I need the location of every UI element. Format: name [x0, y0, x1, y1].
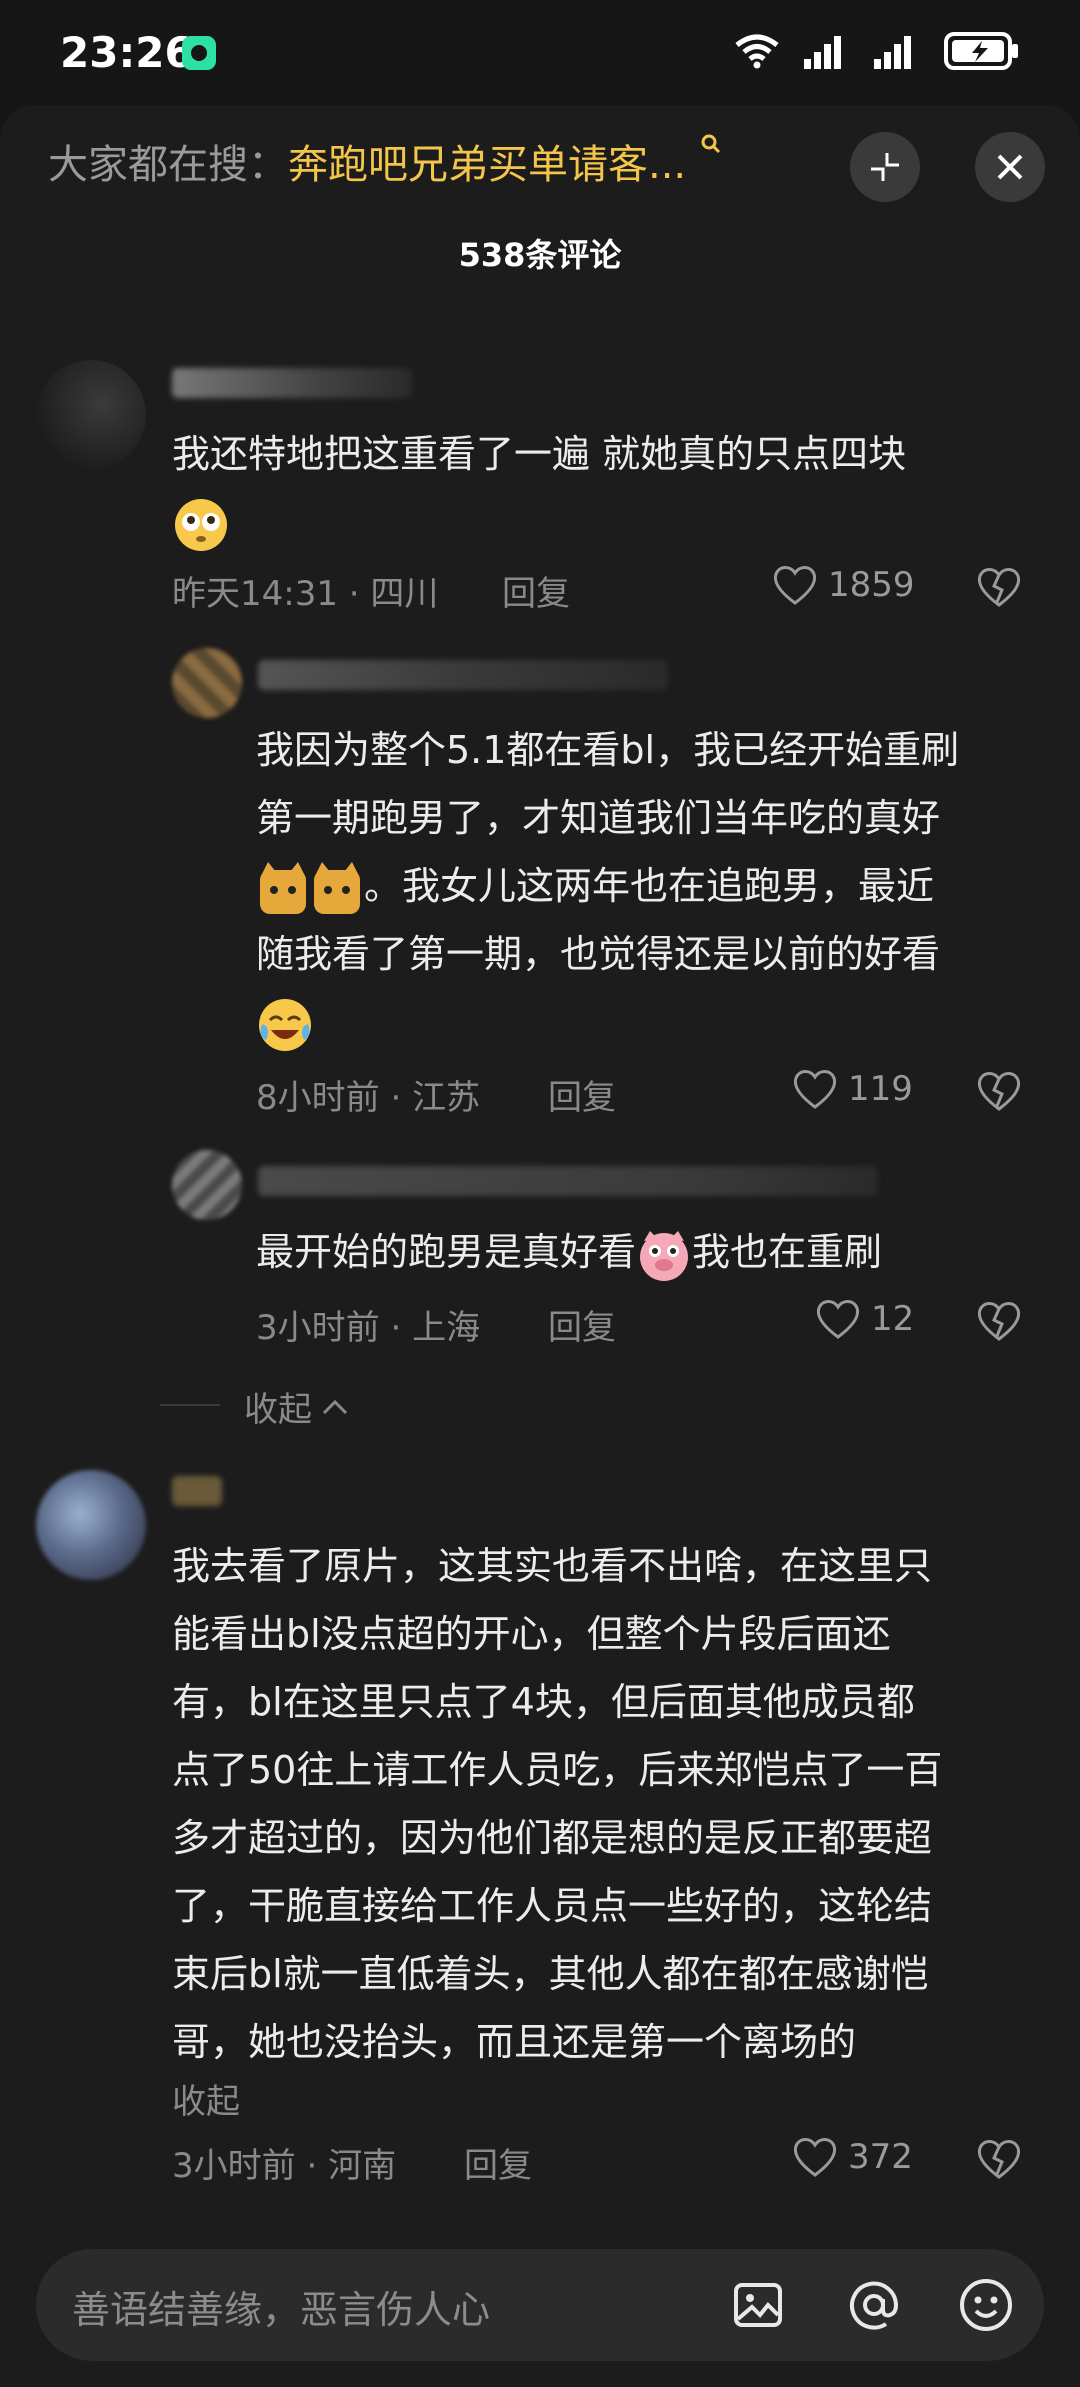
comment-meta: 3小时前 · 河南 [172, 2146, 397, 2186]
comment-text-line: 我去看了原片，这其实也看不出啥，在这里只 [172, 1544, 933, 1588]
comment-text-line: 随我看了第一期，也觉得还是以前的好看 [256, 932, 941, 976]
username[interactable] [258, 1166, 878, 1196]
search-icon [701, 134, 720, 154]
comment-time: 8小时前 [256, 1078, 380, 1118]
collapse-label: 收起 [244, 1390, 312, 1430]
like-button[interactable]: 12 [815, 1298, 914, 1340]
cat-sticker-icon [314, 861, 360, 914]
comment-meta: 3小时前 · 上海 [256, 1308, 481, 1348]
search-prefix: 大家都在搜： [48, 142, 288, 188]
comment-location: 四川 [370, 574, 439, 614]
reply-button[interactable]: 回复 [548, 1070, 616, 1119]
close-button[interactable] [975, 132, 1045, 202]
pig-emoji-icon [640, 1230, 689, 1281]
comment-time: 昨天14:31 [172, 574, 338, 614]
comment-text-line: 能看出bl没点超的开心，但整个片段后面还 [172, 1612, 891, 1656]
battery-icon [944, 32, 1018, 70]
emoji-icon[interactable] [956, 2275, 1016, 2335]
comment-location: 河南 [328, 2146, 397, 2186]
collapse-replies-button[interactable]: 收起 [244, 1382, 350, 1431]
broken-heart-icon[interactable] [976, 1070, 1022, 1112]
comment-text-line: 。我女儿这两年也在追跑男，最近 [364, 864, 935, 908]
like-button[interactable]: 119 [792, 1068, 913, 1110]
comment-text-content: 最开始的跑男是真好看 [256, 1230, 637, 1274]
avatar[interactable] [172, 648, 242, 718]
like-count: 119 [848, 1069, 913, 1109]
comment-text-line: 第一期跑男了，才知道我们当年吃的真好 [256, 796, 941, 840]
trending-search[interactable]: 大家都在搜：奔跑吧兄弟买单请客... [48, 132, 723, 190]
reply-button[interactable]: 回复 [548, 1300, 616, 1349]
comment-text-line: 点了50往上请工作人员吃，后来郑恺点了一百 [172, 1748, 943, 1792]
username[interactable] [172, 1476, 222, 1506]
comment-text-line: 我因为整个5.1都在看bl，我已经开始重刷 [256, 728, 960, 772]
comment-text: 最开始的跑男是真好看 我也在重刷 [256, 1218, 1056, 1286]
comment-count-title: 538条评论 [458, 236, 622, 274]
like-count: 1859 [828, 565, 915, 605]
minimize-button[interactable] [850, 132, 920, 202]
like-count: 12 [871, 1299, 915, 1339]
comment-text-content: 我还特地把这重看了一遍 就她真的只点四块 [172, 432, 907, 476]
heart-icon [793, 2138, 837, 2177]
search-term[interactable]: 奔跑吧兄弟买单请客... [288, 142, 686, 188]
crying-laughing-emoji-icon [259, 998, 311, 1051]
like-button[interactable]: 1859 [772, 564, 915, 606]
heart-icon [793, 1070, 837, 1109]
comment-text: 我因为整个5.1都在看bl，我已经开始重刷 第一期跑男了，才知道我们当年吃的真好… [256, 716, 1056, 1056]
comment-time: 3小时前 [172, 2146, 296, 2186]
broken-heart-icon[interactable] [976, 2138, 1022, 2180]
app-notification-icon [182, 36, 216, 70]
avatar[interactable] [36, 1470, 146, 1580]
heart-icon [773, 566, 817, 605]
signal-icon [874, 36, 911, 69]
broken-heart-icon[interactable] [976, 1300, 1022, 1342]
status-bar: 23:26 [0, 0, 1080, 105]
comment-location: 上海 [412, 1308, 481, 1348]
avatar[interactable] [36, 360, 146, 470]
flushed-emoji-icon [175, 498, 227, 551]
username[interactable] [258, 660, 668, 690]
comment-text-line: 哥，她也没抬头，而且还是第一个离场的 [172, 2020, 857, 2064]
like-count: 372 [848, 2137, 913, 2177]
status-time: 23:26 [60, 28, 194, 77]
broken-heart-icon[interactable] [976, 566, 1022, 608]
comment-text: 我去看了原片，这其实也看不出啥，在这里只 能看出bl没点超的开心，但整个片段后面… [172, 1532, 1052, 2076]
like-button[interactable]: 372 [792, 2136, 913, 2178]
comment-text-content: 我也在重刷 [692, 1230, 883, 1274]
comment-location: 江苏 [412, 1078, 481, 1118]
comment-text-line: 束后bl就一直低着头，其他人都在都在感谢恺 [172, 1952, 929, 1996]
status-icons [734, 32, 1020, 70]
comment-input-bar[interactable]: 善语结善缘，恶言伤人心 [36, 2249, 1044, 2361]
comment-text-line: 多才超过的，因为他们都是想的是反正都要超 [172, 1816, 933, 1860]
divider [160, 1404, 220, 1406]
heart-icon [816, 1300, 860, 1339]
reply-button[interactable]: 回复 [464, 2138, 532, 2187]
reply-button[interactable]: 回复 [502, 566, 570, 615]
chevron-up-icon [322, 1399, 348, 1414]
username[interactable] [172, 368, 412, 398]
comment-text-line: 了，干脆直接给工作人员点一些好的，这轮结 [172, 1884, 933, 1928]
at-icon[interactable] [844, 2275, 904, 2335]
avatar[interactable] [172, 1150, 242, 1220]
wifi-icon [735, 34, 779, 69]
minimize-icon [871, 153, 899, 181]
comment-text-line: 有，bl在这里只点了4块，但后面其他成员都 [172, 1680, 915, 1724]
collapse-text-button[interactable]: 收起 [172, 2074, 240, 2123]
comment-time: 3小时前 [256, 1308, 380, 1348]
comment-input-placeholder[interactable]: 善语结善缘，恶言伤人心 [72, 2279, 490, 2334]
comment-meta: 8小时前 · 江苏 [256, 1078, 481, 1118]
comment-text: 我还特地把这重看了一遍 就她真的只点四块 [172, 420, 1032, 556]
image-icon[interactable] [728, 2275, 788, 2335]
close-icon [997, 154, 1023, 180]
comment-meta: 昨天14:31 · 四川 [172, 574, 439, 614]
signal-icon [804, 36, 841, 69]
cat-sticker-icon [260, 861, 306, 914]
